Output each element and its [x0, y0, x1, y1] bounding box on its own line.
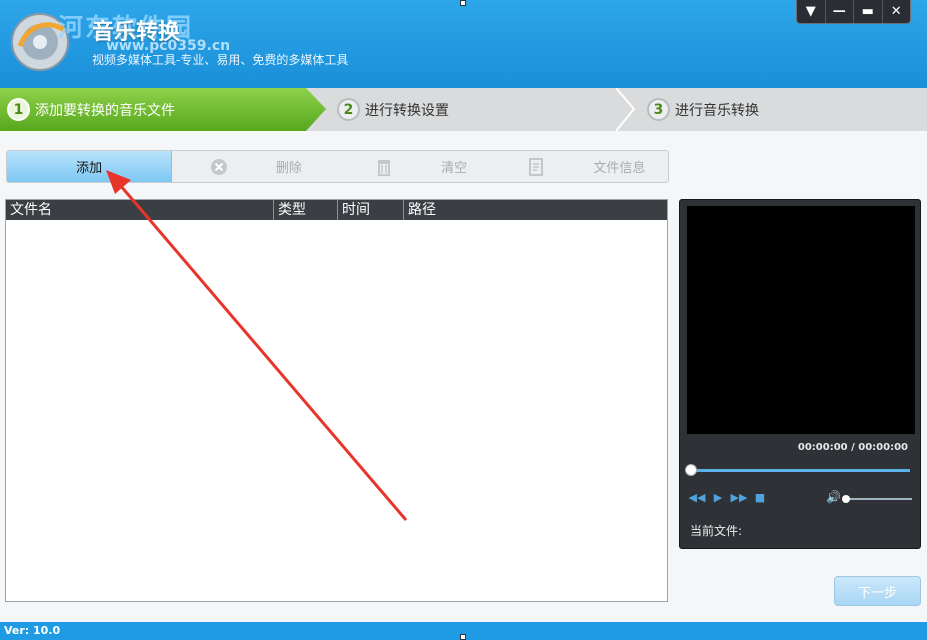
volume-icon[interactable]: 🔊: [826, 490, 842, 504]
menu-dropdown-icon[interactable]: ▼: [797, 0, 826, 23]
seek-bar[interactable]: [690, 469, 910, 472]
volume-slider[interactable]: [844, 498, 912, 500]
playback-controls: ◀◀ ▶ ▶▶ ■: [689, 490, 767, 504]
app-subtitle: 视频多媒体工具-专业、易用、免费的多媒体工具: [92, 53, 349, 67]
step-label: 添加要转换的音乐文件: [35, 102, 175, 119]
step-number: 3: [647, 98, 670, 121]
trash-icon: [373, 156, 395, 178]
step-number: 1: [7, 98, 30, 121]
step-label: 进行音乐转换: [675, 102, 759, 119]
column-header-type[interactable]: 类型: [274, 200, 338, 220]
video-preview: [687, 206, 915, 434]
media-player: 00:00:00 / 00:00:00 ◀◀ ▶ ▶▶ ■ 🔊 当前文件:: [679, 199, 921, 549]
step-number: 2: [337, 98, 360, 121]
clear-label: 清空: [441, 161, 468, 176]
add-label: 添加: [76, 161, 103, 176]
file-list[interactable]: 文件名 类型 时间 路径: [5, 199, 668, 602]
delete-label: 删除: [275, 161, 302, 176]
play-icon[interactable]: ▶: [711, 490, 725, 504]
resize-handle[interactable]: [460, 634, 466, 640]
next-step-button[interactable]: 下一步: [834, 576, 921, 606]
app-title: 音乐转换: [92, 20, 181, 45]
file-info-button[interactable]: 文件信息: [503, 151, 668, 182]
step-2: 2 进行转换设置: [330, 88, 620, 131]
rewind-icon[interactable]: ◀◀: [689, 490, 706, 504]
step-bar: 1 添加要转换的音乐文件 2 进行转换设置 3 进行音乐转换: [0, 88, 927, 131]
column-header-name[interactable]: 文件名: [6, 200, 274, 220]
time-display: 00:00:00 / 00:00:00: [797, 442, 908, 453]
document-icon: [525, 156, 547, 178]
app-header: 河东软件园 www.pc0359.cn 音乐转换 视频多媒体工具-专业、易用、免…: [0, 0, 927, 88]
file-list-header: 文件名 类型 时间 路径: [6, 200, 667, 220]
clear-button[interactable]: 清空: [338, 151, 503, 182]
column-header-time[interactable]: 时间: [338, 200, 404, 220]
add-button[interactable]: 添加: [7, 151, 173, 182]
step-label: 进行转换设置: [365, 102, 449, 119]
volume-handle[interactable]: [842, 495, 850, 503]
seek-handle[interactable]: [685, 464, 697, 476]
resize-handle[interactable]: [460, 0, 466, 6]
file-toolbar: 添加 删除 清空 文件信息: [6, 150, 669, 183]
current-file-label: 当前文件:: [690, 524, 743, 538]
window-controls: ▼ — ▬ ✕: [796, 0, 911, 24]
file-info-label: 文件信息: [593, 161, 646, 176]
step-1: 1 添加要转换的音乐文件: [0, 88, 326, 131]
column-header-path[interactable]: 路径: [404, 200, 667, 220]
stop-icon[interactable]: ■: [753, 490, 767, 504]
delete-icon: [208, 156, 230, 178]
maximize-button[interactable]: ▬: [854, 0, 883, 23]
fast-forward-icon[interactable]: ▶▶: [731, 490, 748, 504]
minimize-button[interactable]: —: [826, 0, 854, 23]
step-3: 3 进行音乐转换: [640, 88, 927, 131]
version-label: Ver: 10.0: [4, 624, 61, 637]
delete-button[interactable]: 删除: [172, 151, 337, 182]
close-button[interactable]: ✕: [883, 0, 911, 23]
